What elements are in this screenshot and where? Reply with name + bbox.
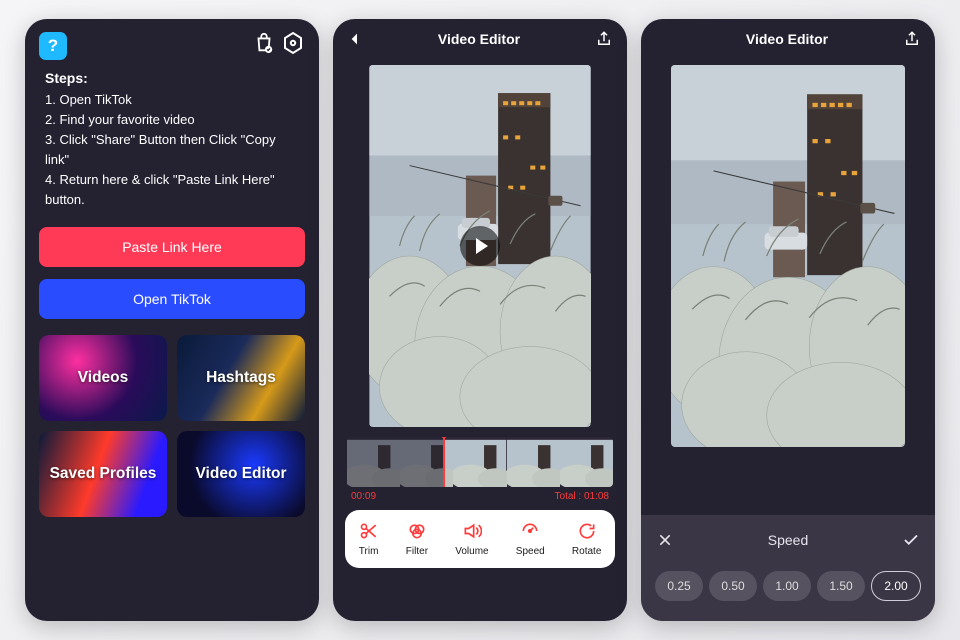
share-icon[interactable] (595, 30, 613, 48)
current-time: 00:09 (351, 491, 376, 502)
screen-editor-speed: Video Editor Speed 0.25 0.50 1.00 1.50 2… (641, 19, 935, 621)
confirm-icon[interactable] (901, 531, 921, 549)
step-4: Return here & click "Paste Link Here" bu… (45, 172, 275, 207)
video-preview[interactable] (333, 59, 627, 431)
speed-chip[interactable]: 1.00 (763, 571, 811, 601)
speed-panel: Speed 0.25 0.50 1.00 1.50 2.00 (641, 515, 935, 621)
tool-trim[interactable]: Trim (359, 521, 379, 557)
total-time: Total : 01:08 (555, 491, 609, 502)
tool-speed[interactable]: Speed (516, 521, 545, 557)
paste-link-button[interactable]: Paste Link Here (39, 227, 305, 267)
video-preview[interactable] (641, 59, 935, 451)
editor-title: Video Editor (746, 31, 828, 47)
home-tiles: Videos Hashtags Saved Profiles Video Edi… (25, 325, 319, 527)
editor-header: Video Editor (641, 19, 935, 59)
playhead[interactable] (443, 437, 445, 487)
speed-chip-selected[interactable]: 2.00 (871, 571, 921, 601)
back-icon[interactable] (347, 31, 363, 47)
speed-chip[interactable]: 1.50 (817, 571, 865, 601)
screen-home: ? Steps: 1. Open TikTok 2. Find your fav… (25, 19, 319, 621)
tool-filter[interactable]: Filter (406, 521, 428, 557)
settings-hex-icon[interactable] (281, 31, 305, 60)
shop-icon[interactable] (253, 32, 275, 59)
volume-icon (462, 521, 482, 544)
tool-rotate[interactable]: Rotate (572, 521, 601, 557)
steps-heading: Steps: (45, 70, 88, 86)
help-icon[interactable]: ? (39, 32, 67, 60)
speed-options: 0.25 0.50 1.00 1.50 2.00 (655, 571, 921, 601)
speed-chip[interactable]: 0.50 (709, 571, 757, 601)
speed-chip[interactable]: 0.25 (655, 571, 703, 601)
editor-toolbar: Trim Filter Volume Speed Rotate (345, 510, 615, 568)
editor-header: Video Editor (333, 19, 627, 59)
step-1: Open TikTok (59, 92, 131, 107)
timeline-trimmed-region (347, 437, 443, 487)
tile-video-editor[interactable]: Video Editor (177, 431, 305, 517)
screen-editor-main: Video Editor 00:09 Total : 01:08 Trim Fi… (333, 19, 627, 621)
home-topbar: ? (25, 19, 319, 64)
tile-videos[interactable]: Videos (39, 335, 167, 421)
open-tiktok-button[interactable]: Open TikTok (39, 279, 305, 319)
share-icon[interactable] (903, 30, 921, 48)
tile-saved-profiles[interactable]: Saved Profiles (39, 431, 167, 517)
step-3: Click "Share" Button then Click "Copy li… (45, 132, 276, 167)
tile-hashtags[interactable]: Hashtags (177, 335, 305, 421)
scissors-icon (359, 521, 379, 544)
rotate-icon (577, 521, 597, 544)
step-2: Find your favorite video (59, 112, 194, 127)
editor-title: Video Editor (438, 31, 520, 47)
timeline[interactable] (347, 437, 613, 487)
speed-icon (520, 521, 540, 544)
time-labels: 00:09 Total : 01:08 (333, 489, 627, 502)
filter-icon (407, 521, 427, 544)
speed-panel-title: Speed (768, 532, 808, 548)
tool-volume[interactable]: Volume (455, 521, 488, 557)
steps-block: Steps: 1. Open TikTok 2. Find your favor… (25, 64, 319, 221)
close-icon[interactable] (655, 532, 675, 548)
play-icon[interactable] (460, 226, 500, 266)
